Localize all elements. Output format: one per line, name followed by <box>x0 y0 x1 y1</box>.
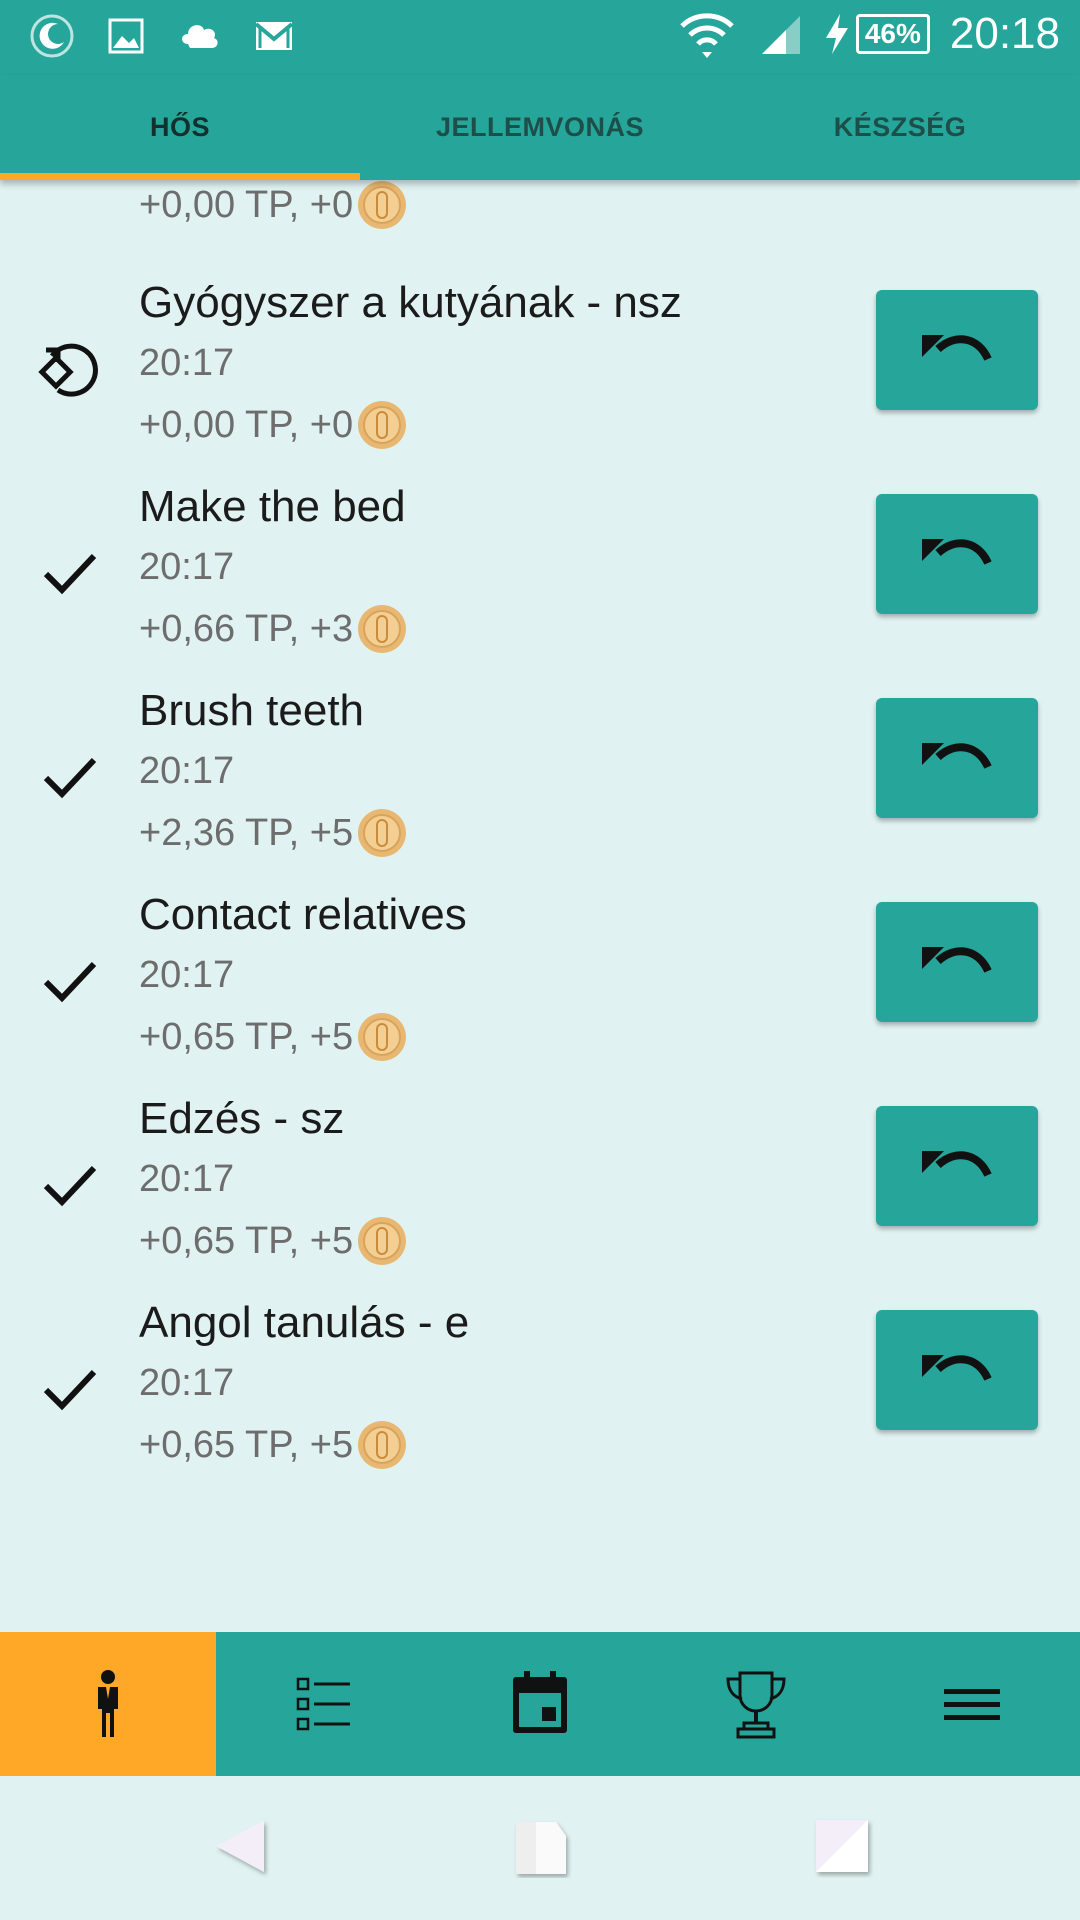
status-clock: 20:18 <box>949 9 1060 58</box>
task-time: 20:17 <box>139 954 235 996</box>
check-icon <box>43 757 97 799</box>
coin-icon <box>358 181 407 229</box>
undo-icon <box>922 335 992 361</box>
task-reward: +0,66 TP, +3 <box>139 604 407 654</box>
task-reward: +0,65 TP, +5 <box>139 1420 407 1470</box>
task-list-icon <box>296 1677 350 1731</box>
charging-icon <box>825 14 848 54</box>
task-reward: +0,65 TP, +5 <box>139 1012 407 1062</box>
task-time: 20:17 <box>139 546 235 588</box>
task-time: 20:17 <box>139 1158 235 1200</box>
hero-person-icon <box>98 1670 118 1737</box>
system-navigation-bar <box>0 1776 1080 1920</box>
task-title: Brush teeth <box>139 686 365 735</box>
reward-text: +0,66 TP, +3 <box>139 607 354 650</box>
nav-calendar[interactable] <box>432 1632 648 1776</box>
reward-text: +0,00 TP, +0 <box>139 403 354 446</box>
undo-button[interactable] <box>876 290 1038 410</box>
task-reward: +0,00 TP, +0 <box>139 180 407 230</box>
task-title: Make the bed <box>139 482 406 531</box>
menu-icon <box>944 1689 1000 1720</box>
list-item: Edzés - sz 20:17 +0,65 TP, +5 <box>0 1094 1080 1298</box>
bottom-navigation <box>0 1632 1080 1776</box>
tab-bar: HŐS JELLEMVONÁS KÉSZSÉG <box>0 75 1080 180</box>
coin-icon <box>358 1217 407 1265</box>
reward-text: +0,00 TP, +0 <box>139 183 354 226</box>
check-icon <box>43 961 97 1003</box>
check-icon <box>43 1165 97 1207</box>
nav-achievements[interactable] <box>648 1632 864 1776</box>
undo-button[interactable] <box>876 1106 1038 1226</box>
reward-text: +2,36 TP, +5 <box>139 811 354 854</box>
undo-button[interactable] <box>876 494 1038 614</box>
list-item: Brush teeth 20:17 +2,36 TP, +5 <box>0 686 1080 890</box>
list-item: Gyógyszer a kutyának - nsz 20:17 +0,00 T… <box>0 278 1080 482</box>
check-icon <box>43 1369 97 1411</box>
status-bar: 46% 20:18 <box>0 0 1080 75</box>
tab-traits[interactable]: JELLEMVONÁS <box>360 75 720 180</box>
reward-text: +0,65 TP, +5 <box>139 1015 354 1058</box>
task-reward: +2,36 TP, +5 <box>139 808 407 858</box>
check-icon <box>43 553 97 595</box>
coin-icon <box>358 1013 407 1061</box>
task-time: 20:17 <box>139 750 235 792</box>
reward-text: +0,65 TP, +5 <box>139 1423 354 1466</box>
task-title: Gyógyszer a kutyának - nsz <box>139 278 682 327</box>
moon-icon <box>30 14 74 58</box>
coin-icon <box>358 809 407 857</box>
task-time: 20:17 <box>139 342 235 384</box>
list-item: Make the bed 20:17 +0,66 TP, +3 <box>0 482 1080 686</box>
nav-menu[interactable] <box>864 1632 1080 1776</box>
coin-icon <box>358 401 407 449</box>
nav-tasks[interactable] <box>216 1632 432 1776</box>
skip-rotate-icon <box>38 343 98 397</box>
recents-icon[interactable] <box>810 1814 874 1878</box>
undo-icon <box>922 947 992 973</box>
list-item: Angol tanulás - e 20:17 +0,65 TP, +5 <box>0 1298 1080 1502</box>
tab-hero[interactable]: HŐS <box>0 75 360 180</box>
completed-task-list: +0,00 TP, +0 Gyógyszer a kutyának - nsz … <box>0 180 1080 1632</box>
task-time: 20:17 <box>139 1362 235 1404</box>
task-reward: +0,00 TP, +0 <box>139 400 407 450</box>
home-icon[interactable] <box>508 1814 572 1878</box>
cloud-icon <box>182 25 218 48</box>
undo-icon <box>922 539 992 565</box>
coin-icon <box>358 1421 407 1469</box>
battery-percent: 46% <box>864 18 921 49</box>
reward-text: +0,65 TP, +5 <box>139 1219 354 1262</box>
nav-hero[interactable] <box>0 1632 216 1776</box>
calendar-icon <box>513 1671 567 1733</box>
gmail-icon <box>254 22 294 50</box>
list-item: +0,00 TP, +0 <box>0 180 1080 262</box>
coin-icon <box>358 605 407 653</box>
back-icon[interactable] <box>210 1814 274 1878</box>
undo-button[interactable] <box>876 1310 1038 1430</box>
undo-button[interactable] <box>876 902 1038 1022</box>
trophy-icon <box>726 1671 786 1739</box>
task-title: Angol tanulás - e <box>139 1298 470 1347</box>
tab-skills[interactable]: KÉSZSÉG <box>720 75 1080 180</box>
task-title: Edzés - sz <box>139 1094 345 1143</box>
list-item: Contact relatives 20:17 +0,65 TP, +5 <box>0 890 1080 1094</box>
undo-button[interactable] <box>876 698 1038 818</box>
wifi-icon <box>680 13 734 58</box>
undo-icon <box>922 743 992 769</box>
image-icon <box>108 18 144 54</box>
undo-icon <box>922 1151 992 1177</box>
task-title: Contact relatives <box>139 890 467 939</box>
task-reward: +0,65 TP, +5 <box>139 1216 407 1266</box>
undo-icon <box>922 1355 992 1381</box>
battery-indicator: 46% <box>824 12 930 56</box>
signal-icon <box>761 16 800 54</box>
